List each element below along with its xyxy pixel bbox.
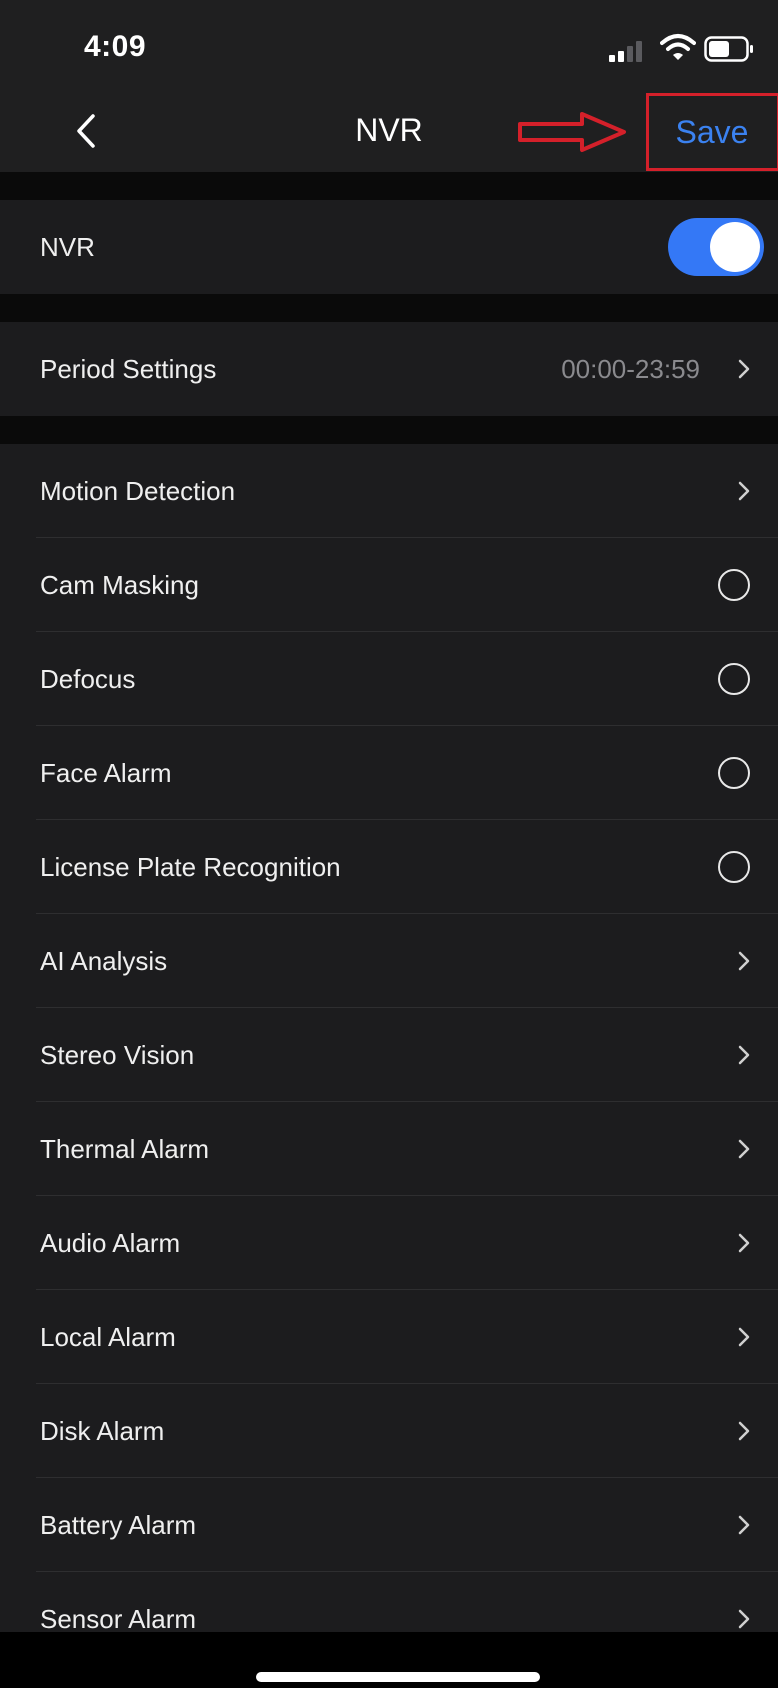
list-item-label: Stereo Vision	[40, 1039, 195, 1070]
section-gap	[0, 416, 778, 444]
battery-icon	[704, 36, 753, 62]
radio-button[interactable]	[718, 663, 750, 695]
list-item-label: Local Alarm	[40, 1321, 176, 1352]
period-settings-value: 00:00-23:59	[561, 353, 700, 384]
nvr-row: NVR	[0, 200, 778, 294]
list-item[interactable]: Battery Alarm	[0, 1478, 778, 1572]
list-item-label: AI Analysis	[40, 945, 168, 976]
home-indicator	[256, 1672, 540, 1682]
chevron-right-icon	[738, 1045, 750, 1065]
list-item-label: Motion Detection	[40, 475, 236, 506]
nvr-toggle[interactable]	[668, 218, 764, 276]
chevron-right-icon	[738, 359, 750, 379]
list-item[interactable]: Local Alarm	[0, 1290, 778, 1384]
chevron-right-icon	[738, 1609, 750, 1629]
chevron-right-icon	[738, 951, 750, 971]
list-item[interactable]: Defocus	[0, 632, 778, 726]
chevron-right-icon	[738, 1327, 750, 1347]
radio-button[interactable]	[718, 757, 750, 789]
chevron-right-icon	[738, 1515, 750, 1535]
period-settings-row[interactable]: Period Settings 00:00-23:59	[0, 322, 778, 416]
list-item[interactable]: Face Alarm	[0, 726, 778, 820]
red-arrow-icon	[518, 112, 626, 152]
list-item[interactable]: Thermal Alarm	[0, 1102, 778, 1196]
home-indicator-area	[0, 1632, 778, 1688]
list-item[interactable]: Disk Alarm	[0, 1384, 778, 1478]
chevron-right-icon	[738, 481, 750, 501]
list-item[interactable]: Cam Masking	[0, 538, 778, 632]
list-item-label: Face Alarm	[40, 757, 172, 788]
status-time: 4:09	[84, 30, 147, 63]
list-item[interactable]: Audio Alarm	[0, 1196, 778, 1290]
list-item-label: Defocus	[40, 663, 136, 694]
list-item-label: Cam Masking	[40, 569, 199, 600]
nvr-label: NVR	[40, 231, 95, 262]
list-item-label: Disk Alarm	[40, 1415, 165, 1446]
list-item-label: Sensor Alarm	[40, 1603, 197, 1634]
period-settings-label: Period Settings	[40, 353, 217, 384]
list-item[interactable]: Motion Detection	[0, 444, 778, 538]
toggle-knob	[710, 222, 760, 272]
list-item-label: Battery Alarm	[40, 1509, 197, 1540]
section-gap	[0, 172, 778, 200]
chevron-right-icon	[738, 1233, 750, 1253]
list-item[interactable]: Stereo Vision	[0, 1008, 778, 1102]
chevron-right-icon	[738, 1139, 750, 1159]
list-item-label: Audio Alarm	[40, 1227, 181, 1258]
cellular-signal-icon	[609, 41, 642, 62]
section-gap	[0, 294, 778, 322]
list-item-label: Thermal Alarm	[40, 1133, 210, 1164]
list-item-label: License Plate Recognition	[40, 851, 341, 882]
nav-bar: NVR Save	[0, 92, 778, 172]
radio-button[interactable]	[718, 569, 750, 601]
chevron-right-icon	[738, 1421, 750, 1441]
list-item[interactable]: AI Analysis	[0, 914, 778, 1008]
list-item[interactable]: License Plate Recognition	[0, 820, 778, 914]
app-screen: 4:09 NVR Save NVR Period Settings 00:00-…	[0, 0, 778, 1688]
status-bar: 4:09	[0, 0, 778, 92]
wifi-icon	[660, 34, 696, 60]
save-button[interactable]: Save	[646, 93, 778, 171]
radio-button[interactable]	[718, 851, 750, 883]
